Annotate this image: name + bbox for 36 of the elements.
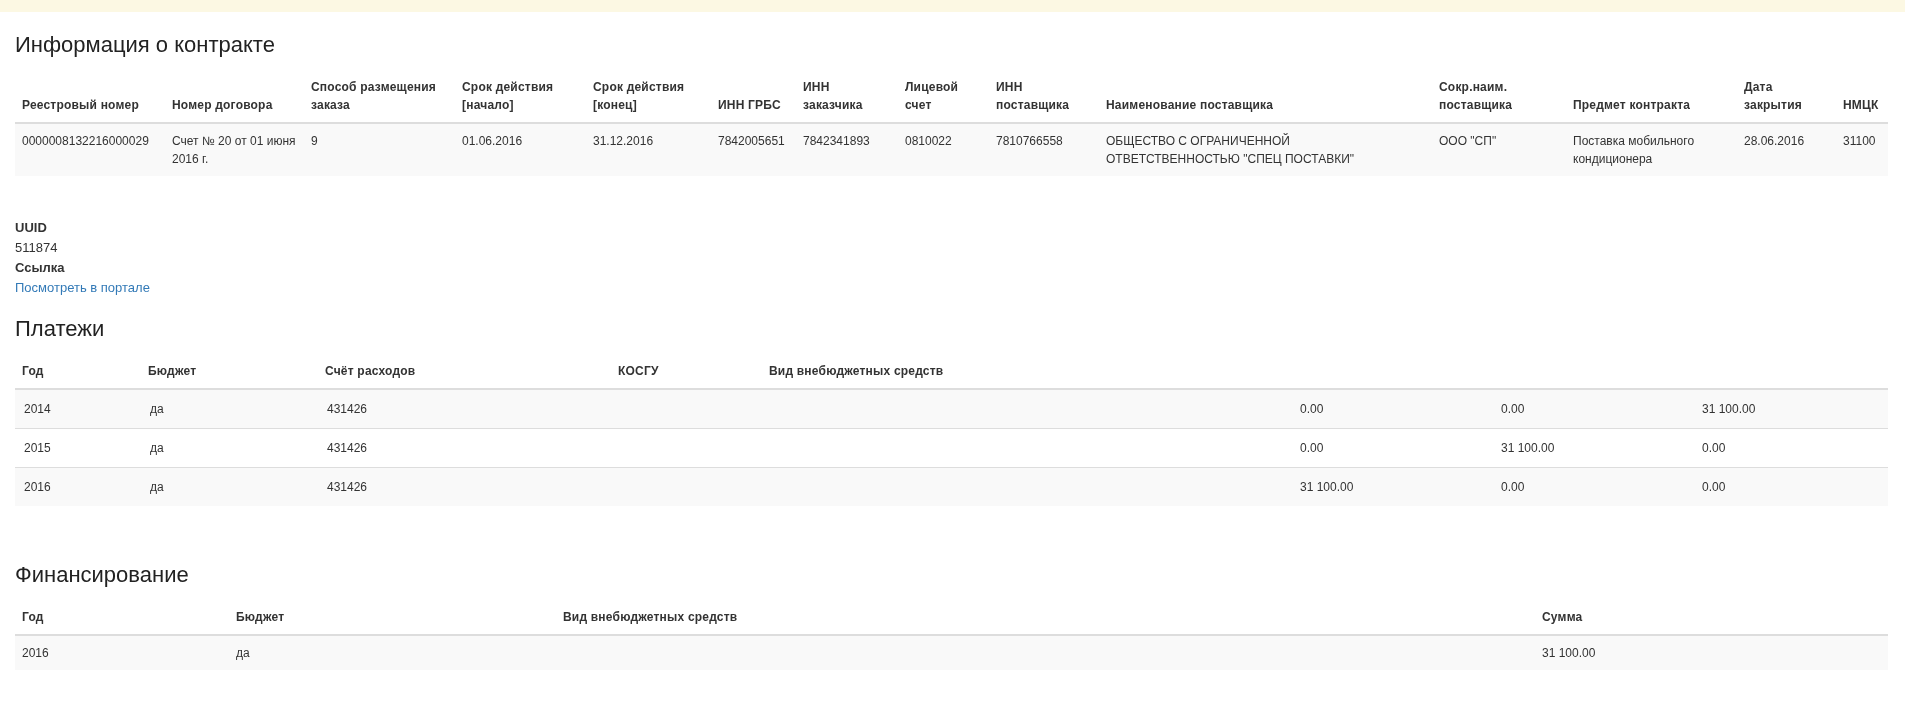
table-cell: 31 100.00 [1693,389,1888,429]
table-cell: Поставка мобильного кондиционера [1566,123,1737,176]
table-cell: 0810022 [898,123,989,176]
table-cell: ОБЩЕСТВО С ОГРАНИЧЕННОЙ ОТВЕТСТВЕННОСТЬЮ "СПЕЦ ПОСТАВКИ" [1099,123,1432,176]
table-cell: 31100 [1836,123,1888,176]
table-cell: 0.00 [1492,389,1693,429]
table-cell: 431426 [318,389,611,429]
table-cell: 31.12.2016 [586,123,711,176]
table-cell: 7842341893 [796,123,898,176]
table-cell: да [141,467,318,506]
table-cell: да [229,635,556,670]
field-label: Ссылка [15,259,66,277]
field-label: UUID [15,219,48,237]
table-cell: 31 100.00 [1535,635,1888,670]
table-cell: 2016 [15,635,229,670]
field-value: 511874 [15,239,59,257]
table-cell: Счет № 20 от 01 июня 2016 г. [165,123,304,176]
table-cell: да [141,389,318,429]
portal-link[interactable]: Посмотреть в портале [15,280,150,295]
section-title: Информация о контракте [15,32,276,58]
section-title: Платежи [15,316,106,342]
table-cell: 28.06.2016 [1737,123,1836,176]
section-title: Финансирование [15,562,190,588]
table-cell: ООО "СП" [1432,123,1566,176]
table-cell: 01.06.2016 [455,123,586,176]
table-cell: 7810766558 [989,123,1099,176]
table-cell: 9 [304,123,455,176]
table-cell: 0000008132216000029 [15,123,165,176]
table-cell: 7842005651 [711,123,796,176]
table-cell: 2014 [15,389,141,429]
table-cell: 2016 [15,467,141,506]
table-cell: 31 100.00 [1291,467,1492,506]
table-cell: 0.00 [1291,389,1492,429]
table-cell: 431426 [318,467,611,506]
table-cell: 0.00 [1693,467,1888,506]
table-cell: 0.00 [1492,467,1693,506]
